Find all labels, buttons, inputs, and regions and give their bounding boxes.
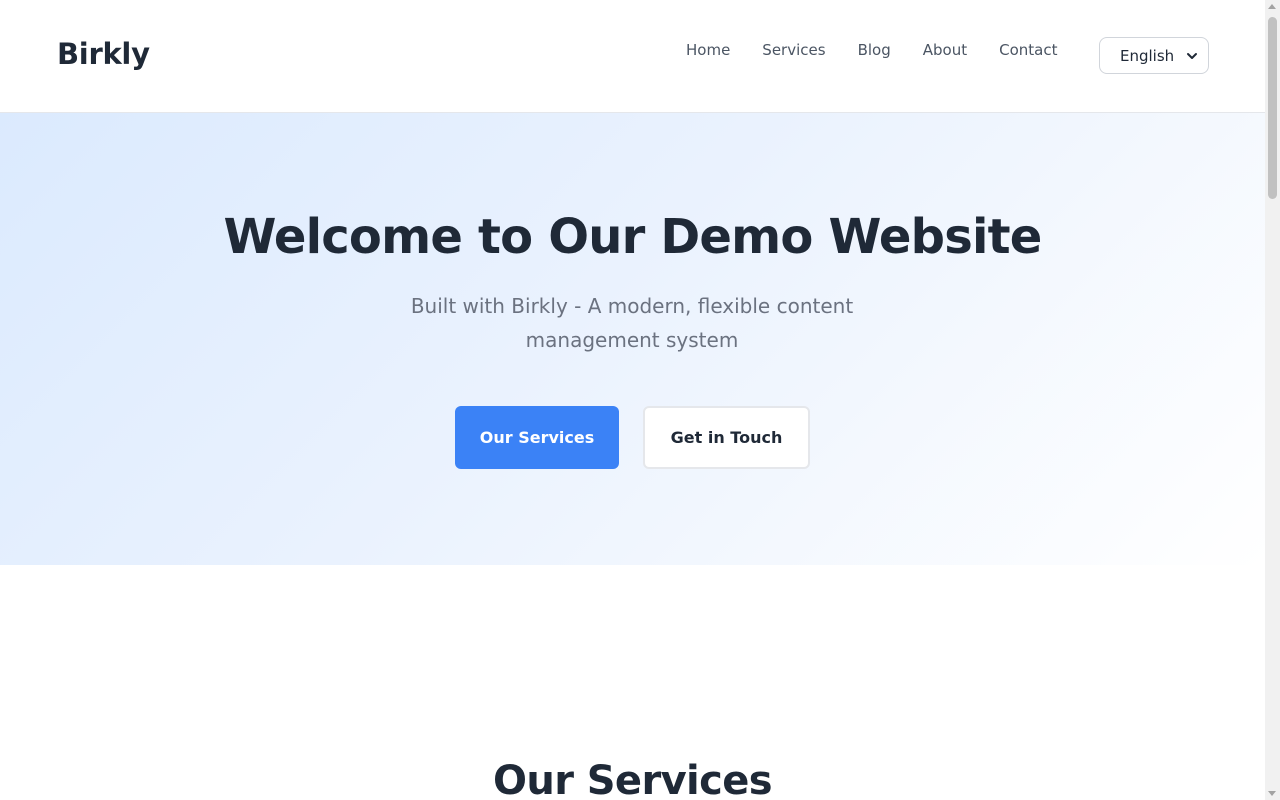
scroll-down-arrow-icon[interactable] [1268,791,1276,796]
hero-section: Welcome to Our Demo Website Built with B… [0,113,1265,565]
language-select[interactable]: English [1099,37,1209,74]
scroll-up-arrow-icon[interactable] [1268,4,1276,9]
scrollbar-thumb[interactable] [1268,17,1277,199]
services-section-title: Our Services [492,758,773,800]
nav-link-blog[interactable]: Blog [858,40,891,60]
our-services-button[interactable]: Our Services [455,406,619,469]
nav-link-contact[interactable]: Contact [999,40,1057,60]
chevron-down-icon [1187,53,1197,59]
get-in-touch-button[interactable]: Get in Touch [643,406,810,469]
nav-link-about[interactable]: About [923,40,967,60]
site-header: Birkly Home Services Blog About Contact … [0,0,1265,113]
language-select-value: English [1120,46,1175,65]
main-nav: Home Services Blog About Contact [686,40,1057,60]
site-logo[interactable]: Birkly [57,37,150,71]
page: Birkly Home Services Blog About Contact … [0,0,1265,800]
nav-link-home[interactable]: Home [686,40,730,60]
page-scrollbar[interactable] [1265,0,1280,800]
hero-subtitle: Built with Birkly - A modern, flexible c… [410,294,854,352]
nav-link-services[interactable]: Services [762,40,825,60]
hero-title: Welcome to Our Demo Website [223,209,1042,265]
